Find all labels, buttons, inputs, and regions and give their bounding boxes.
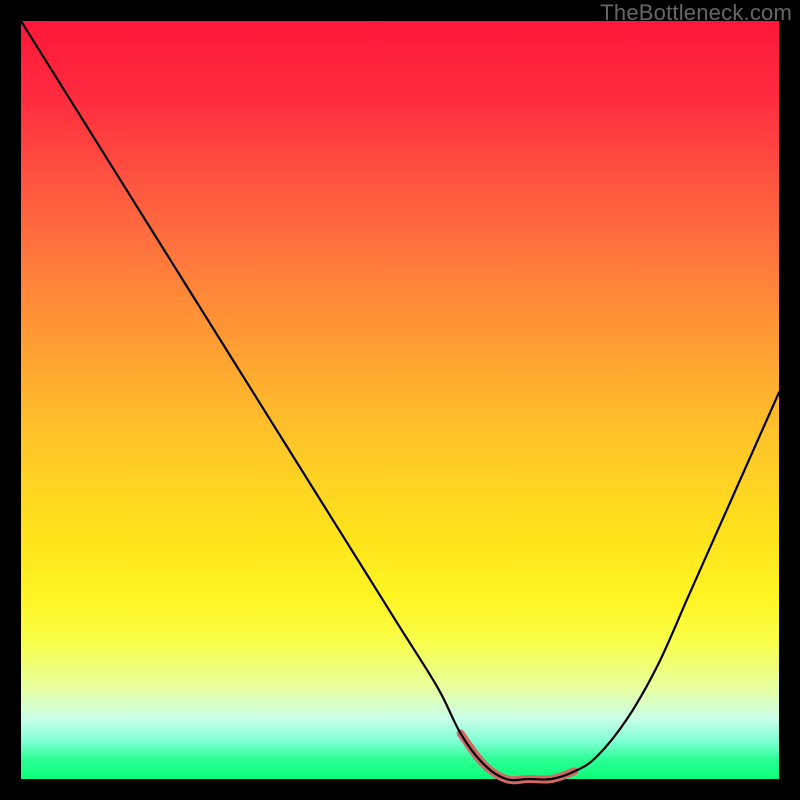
chart-svg (21, 21, 779, 779)
bottleneck-curve-line (21, 21, 779, 780)
chart-plot-area (21, 21, 779, 779)
chart-container: TheBottleneck.com (0, 0, 800, 800)
watermark-text: TheBottleneck.com (600, 0, 792, 26)
